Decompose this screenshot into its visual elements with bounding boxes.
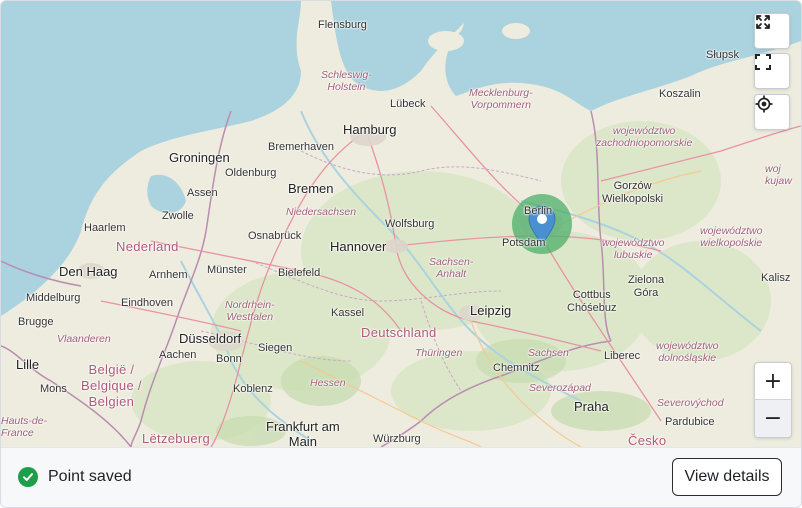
map-label: Niedersachsen xyxy=(286,206,357,218)
map-label: Oldenburg xyxy=(225,167,277,179)
locate-button[interactable] xyxy=(754,94,790,130)
map-label: Bremen xyxy=(288,181,334,196)
check-circle-icon xyxy=(18,467,38,487)
map-label: Sachsen xyxy=(528,347,569,359)
map-label: Düsseldorf xyxy=(179,331,242,346)
map-label: Frankfurt am Main xyxy=(266,419,340,447)
map-label: Arnhem xyxy=(149,269,188,281)
map-label: Groningen xyxy=(169,150,230,165)
map-label: Cottbus Chóśebuz xyxy=(567,289,617,314)
map-label: Bonn xyxy=(216,353,242,365)
map-label: Koblenz xyxy=(233,383,273,395)
view-details-button[interactable]: View details xyxy=(672,458,782,496)
map-label: Assen xyxy=(187,187,218,199)
map-label: Eindhoven xyxy=(121,297,173,309)
map-label: Pardubice xyxy=(665,416,715,428)
map-label: Den Haag xyxy=(59,264,118,279)
map-label: Bielefeld xyxy=(278,267,321,279)
map-label: Lille xyxy=(16,357,40,372)
map-label: Schleswig- Holstein xyxy=(321,69,372,93)
map-label: województwo zachodniopomorskie xyxy=(596,125,693,149)
map-label: Siegen xyxy=(258,342,293,354)
zoom-control: + − xyxy=(754,362,792,438)
map-label: Hauts-de- France xyxy=(1,415,48,439)
map-label: Koszalin xyxy=(659,88,701,100)
map-label: Praha xyxy=(574,399,609,414)
map-label: Würzburg xyxy=(373,433,421,445)
map-label: Słupsk xyxy=(706,49,740,61)
map-label: Potsdam xyxy=(502,237,546,249)
map-label: Haarlem xyxy=(84,222,126,234)
expand-button[interactable] xyxy=(754,13,790,49)
map-label: Mecklenburg- Vorpommern xyxy=(469,87,533,111)
map-label: Deutschland xyxy=(361,325,437,340)
status-text: Point saved xyxy=(48,468,132,485)
map-label: Aachen xyxy=(159,349,197,361)
map-label: Hannover xyxy=(330,239,387,254)
map-label: województwo lubuskie xyxy=(602,237,665,261)
fullscreen-button[interactable] xyxy=(754,53,790,89)
map-label: Zwolle xyxy=(162,210,194,222)
map-label: Mons xyxy=(40,383,67,395)
map-label: woj kujaw xyxy=(765,163,792,187)
map-label: Nordrhein- Westfalen xyxy=(225,299,275,323)
map-label: województwo wielkopolskie xyxy=(700,225,763,249)
map-label: Middelburg xyxy=(26,292,81,304)
map-label: Wolfsburg xyxy=(385,218,435,230)
map-label: Hamburg xyxy=(343,122,397,137)
map-label: Vlaanderen xyxy=(57,333,111,345)
map-label: Nederland xyxy=(116,239,179,254)
map-label: Leipzig xyxy=(470,303,512,318)
map-label: Thüringen xyxy=(415,347,463,359)
map-label: Lübeck xyxy=(390,98,426,110)
save-status: Point saved xyxy=(18,467,132,487)
map-label: Zielona Góra xyxy=(628,274,665,299)
map-label: Hessen xyxy=(310,377,346,389)
map-label: Kassel xyxy=(331,307,365,319)
map-label: Chemnitz xyxy=(493,362,540,374)
map-label: Gorzów Wielkopolski xyxy=(602,180,664,205)
map-label: Berlin xyxy=(524,205,553,217)
map-view[interactable]: Flensburg Schleswig- Holstein Lübeck Mec… xyxy=(1,1,801,447)
map-label: Flensburg xyxy=(318,19,367,31)
map-label: województwo dolnośląskie xyxy=(656,340,719,364)
map-label: Kalisz xyxy=(761,272,791,284)
map-label: Liberec xyxy=(604,350,641,362)
map-card: Flensburg Schleswig- Holstein Lübeck Mec… xyxy=(0,0,802,508)
map-label: Brugge xyxy=(18,316,54,328)
map-label: Bremerhaven xyxy=(268,141,335,153)
map-label: België / Belgique / Belgien xyxy=(81,362,142,409)
zoom-out-button[interactable]: − xyxy=(755,400,791,437)
map-label: Lëtzebuerg xyxy=(142,431,211,446)
map-label: Česko xyxy=(628,433,667,447)
zoom-in-button[interactable]: + xyxy=(755,363,791,400)
map-label: Münster xyxy=(207,264,247,276)
map-label: Severovýchod xyxy=(657,397,724,409)
map-label: Sachsen- Anhalt xyxy=(429,256,474,280)
status-footer: Point saved View details xyxy=(1,447,801,507)
map-label: Severozápad xyxy=(529,382,591,394)
map-label: Osnabrück xyxy=(248,230,302,242)
